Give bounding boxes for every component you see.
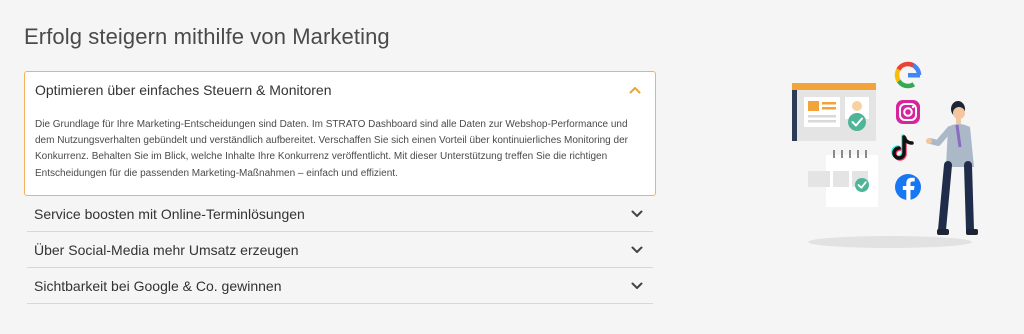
person-icon [926,101,978,235]
marketing-accordion: Optimieren über einfaches Steuern & Moni… [24,71,656,304]
accordion-title: Über Social-Media mehr Umsatz erzeugen [34,242,299,258]
instagram-icon [896,100,920,124]
accordion-header-online-appointments[interactable]: Service boosten mit Online-Terminlösunge… [34,196,643,232]
accordion-title: Sichtbarkeit bei Google & Co. gewinnen [34,278,282,294]
accordion-item-online-appointments: Service boosten mit Online-Terminlösunge… [27,196,653,232]
facebook-icon [895,174,921,200]
accordion-header-social-media[interactable]: Über Social-Media mehr Umsatz erzeugen [34,232,643,268]
accordion-title: Service boosten mit Online-Terminlösunge… [34,206,305,222]
chevron-down-icon[interactable] [631,282,643,290]
tiktok-icon [891,134,914,161]
google-icon [894,61,922,89]
accordion-item-monitoring: Optimieren über einfaches Steuern & Moni… [24,71,656,196]
marketing-illustration [780,55,990,255]
page-title: Erfolg steigern mithilfe von Marketing [24,24,390,49]
accordion-header-monitoring[interactable]: Optimieren über einfaches Steuern & Moni… [35,72,641,108]
accordion-title: Optimieren über einfaches Steuern & Moni… [35,82,332,98]
accordion-body-text: Die Grundlage für Ihre Marketing-Entsche… [35,119,628,179]
chevron-up-icon[interactable] [629,86,641,94]
accordion-item-social-media: Über Social-Media mehr Umsatz erzeugen [27,232,653,268]
chevron-down-icon[interactable] [631,246,643,254]
accordion-header-google-visibility[interactable]: Sichtbarkeit bei Google & Co. gewinnen [34,268,643,304]
calendar-icon [808,150,878,207]
chevron-down-icon[interactable] [631,210,643,218]
accordion-item-google-visibility: Sichtbarkeit bei Google & Co. gewinnen [27,268,653,304]
dashboard-icon [792,83,876,141]
